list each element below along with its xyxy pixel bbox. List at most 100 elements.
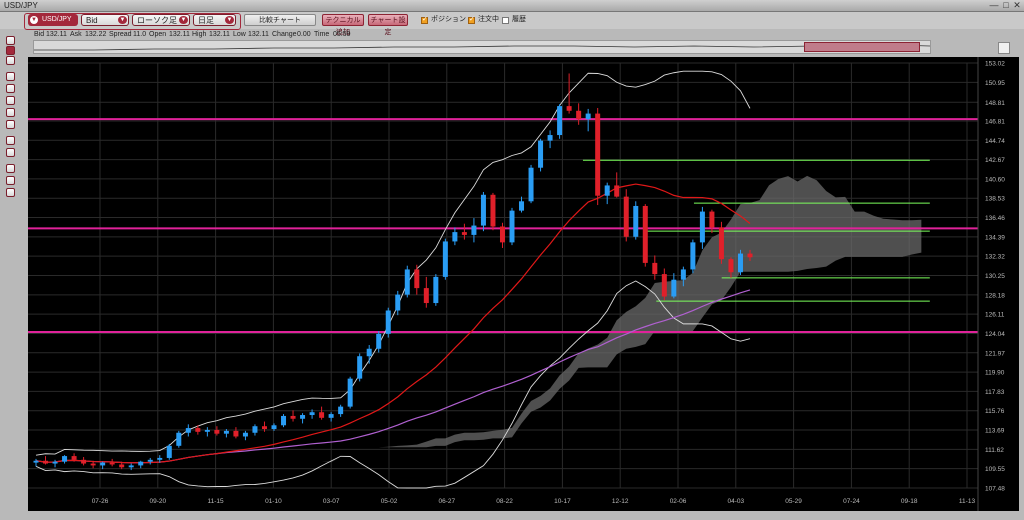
candle-body (90, 463, 96, 466)
x-tick-label: 01-10 (265, 498, 282, 505)
minimize-button[interactable]: — (988, 0, 1000, 11)
candle-body (566, 106, 572, 111)
y-tick-label: 119.90 (985, 370, 1005, 377)
candle-body (404, 269, 410, 295)
candle-body (690, 242, 696, 270)
candle-body (699, 211, 705, 243)
chevron-down-icon: ▼ (118, 16, 127, 24)
period-value: 日足 (198, 16, 214, 25)
candle-body (747, 253, 753, 258)
candle-body (528, 167, 534, 202)
x-tick-label: 02-06 (670, 498, 687, 505)
y-tick-label: 117.83 (985, 389, 1005, 396)
symbol-label: USD/JPY (42, 16, 72, 23)
pan-tool-icon[interactable] (6, 56, 15, 65)
eraser-tool-icon[interactable] (6, 148, 15, 157)
candle-body (166, 445, 172, 458)
overview-line (34, 43, 930, 51)
y-tick-label: 124.04 (985, 331, 1005, 338)
settings-tool-icon[interactable] (6, 188, 15, 197)
x-tick-label: 05-29 (785, 498, 802, 505)
candle-body (614, 185, 620, 197)
candle-body (300, 415, 306, 419)
x-tick-label: 11-15 (208, 498, 225, 505)
add-technical-button[interactable]: テクニカル追加 (322, 14, 364, 36)
chevron-down-icon: ▼ (225, 16, 234, 24)
fibonacci-tool-icon[interactable] (6, 120, 15, 129)
trendline-tool-icon[interactable] (6, 72, 15, 81)
candle-body (718, 227, 724, 260)
chevron-down-icon: ▼ (30, 16, 38, 24)
candle-body (452, 232, 458, 242)
orders-checkbox[interactable] (468, 15, 475, 24)
ray-tool-icon[interactable] (6, 84, 15, 93)
candle-body (471, 225, 477, 235)
period-select[interactable]: 日足 ▼ (193, 14, 236, 26)
y-tick-label: 140.60 (985, 176, 1005, 183)
open-label: Open (149, 31, 167, 38)
channel-tool-icon[interactable] (6, 108, 15, 117)
compare-chart-button[interactable]: 比較チャート (244, 14, 316, 26)
cursor-tool-icon[interactable] (6, 36, 15, 45)
ask-value: 132.22 (85, 31, 107, 38)
spread-value: 11.0 (133, 31, 147, 38)
x-tick-label: 08-22 (496, 498, 513, 505)
candle-body (33, 460, 39, 463)
history-checkbox[interactable] (502, 17, 509, 24)
candle-body (499, 226, 505, 243)
high-label: High (192, 31, 207, 38)
x-tick-label: 10-17 (554, 498, 571, 505)
overview-settings-icon[interactable] (998, 42, 1010, 54)
spread-label: Spread (109, 31, 132, 38)
candle-body (538, 140, 544, 168)
hline-tool-icon[interactable] (6, 96, 15, 105)
change-value: 0.00 (297, 31, 311, 38)
price-info-bar: Bid 132.11 Ask 132.22 Spread 11.0 Open 1… (0, 30, 1024, 40)
candle-body (223, 430, 229, 434)
position-checkbox[interactable] (421, 15, 428, 24)
price-chart[interactable]: 07-26 09-20 11-15 01-10 03-07 05-02 06-27 08-22… (28, 57, 1019, 511)
price-type-select[interactable]: Bid ▼ (81, 14, 129, 26)
window-title: USD/JPY (4, 1, 38, 10)
close-button[interactable]: ✕ (1011, 0, 1023, 11)
candle-body (271, 425, 277, 430)
x-tick-label: 03-07 (323, 498, 340, 505)
candle-body (376, 333, 382, 349)
orders-label: 注文中 (478, 16, 499, 23)
x-tick-label: 05-02 (381, 498, 398, 505)
compare-chart-label: 比較チャート (259, 17, 301, 24)
candle-body (147, 459, 153, 462)
candle-body (233, 430, 239, 437)
low-label: Low (233, 31, 246, 38)
zoom-tool-icon[interactable] (6, 46, 15, 55)
y-tick-label: 142.67 (985, 157, 1005, 164)
chart-settings-button[interactable]: チャート設定 (368, 14, 408, 36)
candle-body (128, 465, 134, 468)
candle-body (737, 253, 743, 273)
symbol-selector[interactable]: ▼ USD/JPY (28, 14, 78, 26)
candle-body (423, 288, 429, 304)
position-label: ポジション (431, 16, 466, 23)
overview-window-handle[interactable] (804, 42, 920, 52)
print-tool-icon[interactable] (6, 176, 15, 185)
x-tick-label: 07-26 (92, 498, 109, 505)
candle-body (100, 462, 106, 466)
bid-label: Bid (34, 31, 45, 38)
y-tick-label: 113.69 (985, 428, 1005, 435)
x-tick-label: 12-12 (612, 498, 629, 505)
y-tick-label: 136.46 (985, 215, 1005, 222)
y-tick-label: 144.74 (985, 138, 1005, 145)
candle-body (138, 461, 144, 466)
candle-body (433, 276, 439, 304)
candle-body (290, 415, 296, 419)
text-tool-icon[interactable] (6, 136, 15, 145)
chart-type-select[interactable]: ローソク足 ▼ (132, 14, 190, 26)
chart-type-value: ローソク足 (137, 16, 177, 25)
candle-body (185, 428, 191, 433)
save-tool-icon[interactable] (6, 164, 15, 173)
low-value: 132.11 (248, 31, 269, 38)
y-tick-label: 130.25 (985, 273, 1005, 280)
overview-scroller[interactable] (33, 40, 931, 54)
bid-value: 132.11 (46, 31, 67, 38)
candle-body (357, 356, 363, 379)
